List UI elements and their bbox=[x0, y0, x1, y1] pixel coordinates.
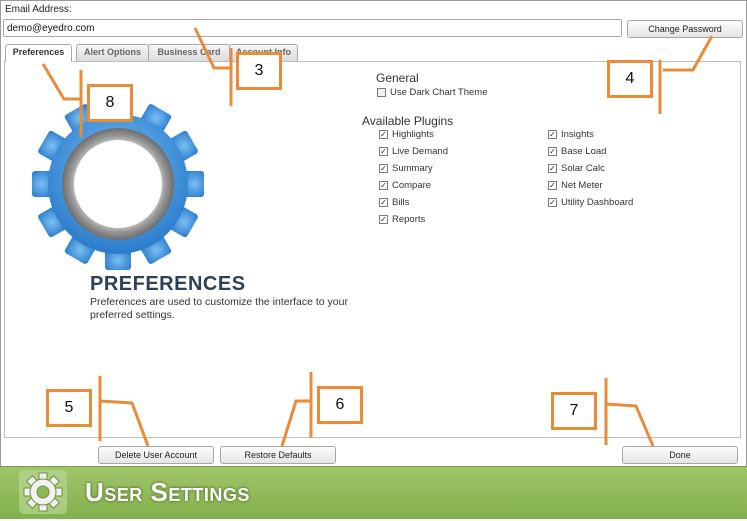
annotation-badge: 3 bbox=[236, 52, 282, 90]
plugin-utility-dashboard[interactable]: ✓ Utility Dashboard bbox=[548, 196, 633, 209]
annotation-badge: 5 bbox=[46, 389, 92, 427]
preferences-heading: PREFERENCES bbox=[90, 273, 246, 295]
tab-alert-options[interactable]: Alert Options bbox=[76, 44, 149, 61]
tab-business-card[interactable]: Business Card bbox=[148, 44, 230, 61]
tab-preferences[interactable]: Preferences bbox=[5, 44, 72, 62]
plugin-label: Summary bbox=[392, 163, 433, 174]
checkbox-checked-icon[interactable]: ✓ bbox=[548, 147, 557, 156]
plugin-base-load[interactable]: ✓ Base Load bbox=[548, 145, 606, 158]
plugin-label: Highlights bbox=[392, 129, 434, 140]
restore-defaults-button[interactable]: Restore Defaults bbox=[220, 446, 336, 464]
checkbox-checked-icon[interactable]: ✓ bbox=[379, 215, 388, 224]
checkbox-checked-icon[interactable]: ✓ bbox=[379, 130, 388, 139]
done-button[interactable]: Done bbox=[622, 446, 738, 464]
plugin-compare[interactable]: ✓ Compare bbox=[379, 179, 431, 192]
plugin-solar-calc[interactable]: ✓ Solar Calc bbox=[548, 162, 605, 175]
plugin-label: Base Load bbox=[561, 146, 607, 157]
annotation-badge: 4 bbox=[607, 60, 653, 98]
delete-user-account-button[interactable]: Delete User Account bbox=[98, 446, 214, 464]
dark-chart-theme-checkbox[interactable] bbox=[377, 88, 386, 97]
plugin-label: Solar Calc bbox=[561, 163, 605, 174]
preferences-description: Preferences are used to customize the in… bbox=[90, 296, 348, 321]
change-password-button[interactable]: Change Password bbox=[627, 20, 743, 38]
checkbox-checked-icon[interactable]: ✓ bbox=[548, 130, 557, 139]
checkbox-checked-icon[interactable]: ✓ bbox=[548, 198, 557, 207]
plugin-reports[interactable]: ✓ Reports bbox=[379, 213, 425, 226]
gear-icon bbox=[17, 468, 69, 516]
email-input[interactable] bbox=[3, 19, 622, 37]
checkbox-checked-icon[interactable]: ✓ bbox=[379, 164, 388, 173]
plugin-insights[interactable]: ✓ Insights bbox=[548, 128, 594, 141]
plugin-net-meter[interactable]: ✓ Net Meter bbox=[548, 179, 603, 192]
email-label: Email Address: bbox=[5, 4, 72, 15]
checkbox-checked-icon[interactable]: ✓ bbox=[379, 147, 388, 156]
plugin-summary[interactable]: ✓ Summary bbox=[379, 162, 433, 175]
footer-title: User Settings bbox=[85, 477, 250, 507]
dark-chart-theme-option[interactable]: Use Dark Chart Theme bbox=[377, 86, 488, 99]
annotation-badge: 7 bbox=[551, 392, 597, 430]
plugin-label: Bills bbox=[392, 197, 410, 208]
plugin-bills[interactable]: ✓ Bills bbox=[379, 196, 409, 209]
checkbox-checked-icon[interactable]: ✓ bbox=[379, 198, 388, 207]
annotation-badge: 8 bbox=[87, 84, 133, 122]
plugin-label: Live Demand bbox=[392, 146, 448, 157]
plugin-highlights[interactable]: ✓ Highlights bbox=[379, 128, 434, 141]
plugin-label: Insights bbox=[561, 129, 594, 140]
plugin-label: Compare bbox=[392, 180, 432, 191]
plugin-label: Reports bbox=[392, 214, 426, 225]
plugin-label: Utility Dashboard bbox=[561, 197, 634, 208]
checkbox-checked-icon[interactable]: ✓ bbox=[548, 181, 557, 190]
checkbox-checked-icon[interactable]: ✓ bbox=[379, 181, 388, 190]
plugin-label: Net Meter bbox=[561, 180, 603, 191]
general-heading: General bbox=[376, 71, 419, 85]
checkbox-checked-icon[interactable]: ✓ bbox=[548, 164, 557, 173]
dark-chart-theme-label: Use Dark Chart Theme bbox=[390, 87, 488, 98]
annotation-badge: 6 bbox=[317, 386, 363, 424]
plugin-live-demand[interactable]: ✓ Live Demand bbox=[379, 145, 448, 158]
plugins-heading: Available Plugins bbox=[362, 114, 454, 128]
